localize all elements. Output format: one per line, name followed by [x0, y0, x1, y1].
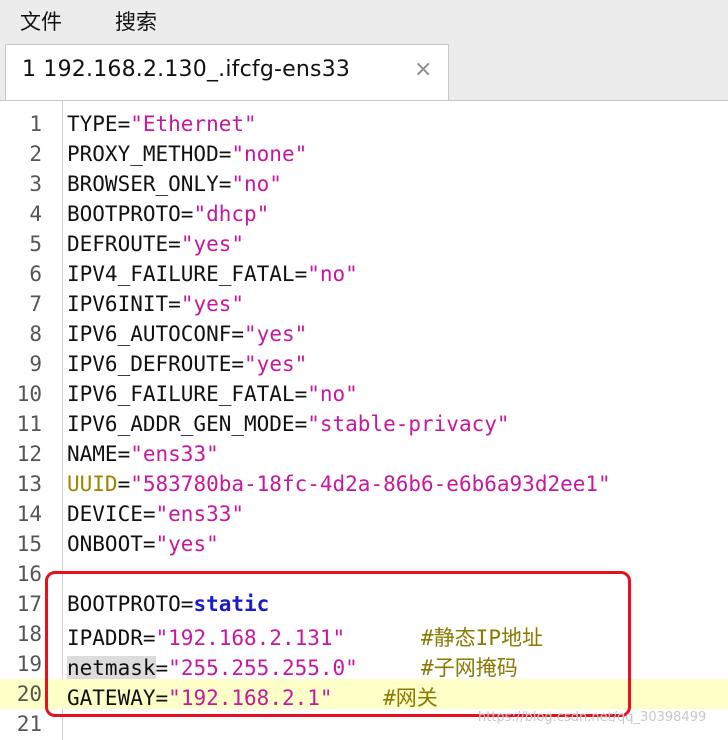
code-line: 1 TYPE="Ethernet"	[0, 109, 728, 139]
line-text: NAME="ens33"	[67, 442, 219, 466]
line-number: 5	[29, 232, 42, 256]
line-number: 18	[16, 622, 42, 646]
code-line: 8 IPV6_AUTOCONF="yes"	[0, 319, 728, 349]
tab-strip: 1 192.168.2.130_.ifcfg-ens33 ×	[0, 40, 728, 101]
line-text: IPV6_AUTOCONF="yes"	[67, 322, 308, 346]
line-text: IPV6INIT="yes"	[67, 292, 245, 316]
line-number: 13	[16, 472, 42, 496]
menu-search[interactable]: 搜索	[115, 6, 157, 36]
line-text: BOOTPROTO="dhcp"	[67, 202, 270, 226]
line-text: DEFROUTE="yes"	[67, 232, 245, 256]
code-line: 7 IPV6INIT="yes"	[0, 289, 728, 319]
line-number: 17	[16, 592, 42, 616]
line-text: UUID="583780ba-18fc-4d2a-86b6-e6b6a93d2e…	[67, 472, 611, 496]
line-text: IPV6_FAILURE_FATAL="no"	[67, 382, 358, 406]
code-line: 9 IPV6_DEFROUTE="yes"	[0, 349, 728, 379]
code-line: 14 DEVICE="ens33"	[0, 499, 728, 529]
line-text: DEVICE="ens33"	[67, 502, 245, 526]
tab-label: 1 192.168.2.130_.ifcfg-ens33	[22, 57, 351, 82]
line-number: 6	[29, 262, 42, 286]
line-text: TYPE="Ethernet"	[67, 112, 257, 136]
line-text: BROWSER_ONLY="no"	[67, 172, 282, 196]
code-line: 10 IPV6_FAILURE_FATAL="no"	[0, 379, 728, 409]
code-line: 11 IPV6_ADDR_GEN_MODE="stable-privacy"	[0, 409, 728, 439]
close-icon[interactable]: ×	[414, 57, 432, 82]
line-number: 11	[16, 412, 42, 436]
annotation-highlight-box	[45, 571, 631, 717]
line-number: 3	[29, 172, 42, 196]
line-text: IPV4_FAILURE_FATAL="no"	[67, 262, 358, 286]
line-text: IPV6_DEFROUTE="yes"	[67, 352, 308, 376]
code-line: 5 DEFROUTE="yes"	[0, 229, 728, 259]
menu-bar: 文件 搜索	[0, 0, 728, 40]
code-line: 2 PROXY_METHOD="none"	[0, 139, 728, 169]
line-number: 12	[16, 442, 42, 466]
line-number: 19	[16, 652, 42, 676]
code-line: 4 BOOTPROTO="dhcp"	[0, 199, 728, 229]
line-number: 21	[16, 712, 42, 736]
code-line: 6 IPV4_FAILURE_FATAL="no"	[0, 259, 728, 289]
line-number: 15	[16, 532, 42, 556]
line-text: IPV6_ADDR_GEN_MODE="stable-privacy"	[67, 412, 510, 436]
line-number: 4	[29, 202, 42, 226]
code-line: 15 ONBOOT="yes"	[0, 529, 728, 559]
line-number: 20	[16, 682, 42, 706]
line-number: 8	[29, 322, 42, 346]
line-text: ONBOOT="yes"	[67, 532, 219, 556]
code-line: 13 UUID="583780ba-18fc-4d2a-86b6-e6b6a93…	[0, 469, 728, 499]
line-number: 14	[16, 502, 42, 526]
watermark: https://blog.csdn.net/qq_30398499	[478, 710, 707, 725]
code-line: 3 BROWSER_ONLY="no"	[0, 169, 728, 199]
line-number: 16	[16, 562, 42, 586]
line-number: 1	[29, 112, 42, 136]
line-text: PROXY_METHOD="none"	[67, 142, 308, 166]
code-line: 12 NAME="ens33"	[0, 439, 728, 469]
tab-file[interactable]: 1 192.168.2.130_.ifcfg-ens33 ×	[5, 44, 449, 100]
line-number: 9	[29, 352, 42, 376]
line-number: 2	[29, 142, 42, 166]
line-number: 7	[29, 292, 42, 316]
menu-file[interactable]: 文件	[20, 6, 62, 36]
line-number: 10	[16, 382, 42, 406]
